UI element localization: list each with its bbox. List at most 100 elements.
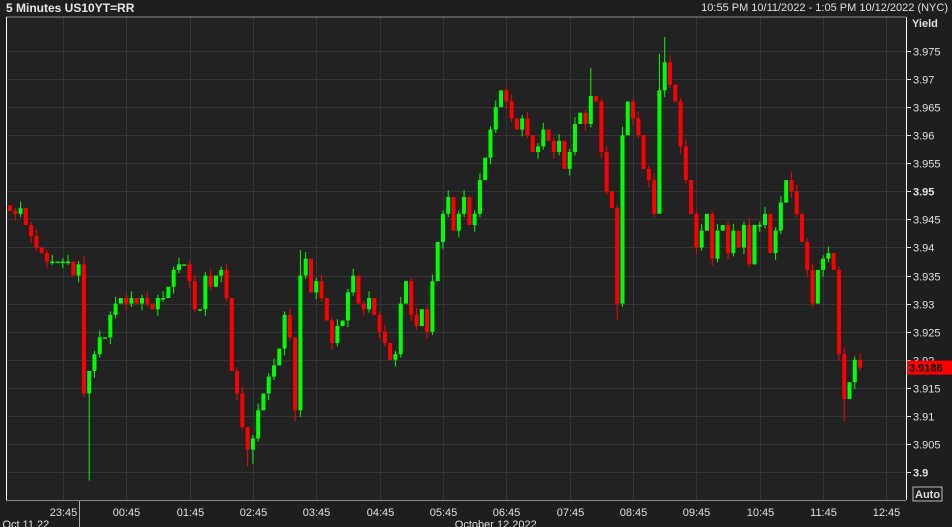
candle-body — [726, 225, 731, 254]
candle-body — [810, 269, 815, 304]
candle-body — [13, 210, 18, 214]
candle-body — [171, 269, 176, 287]
candlestick-chart[interactable]: Yield 3.93.9053.913.9153.923.9253.933.93… — [0, 0, 952, 527]
x-tick-label: 06:45 — [493, 507, 521, 519]
candle-body — [852, 359, 857, 383]
candle — [404, 281, 408, 304]
x-tick-label: 05:45 — [430, 507, 458, 519]
candle-body — [118, 298, 123, 304]
candle-body — [277, 348, 282, 366]
y-tick-label: 3.925 — [913, 328, 941, 340]
y-tick-label: 3.915 — [913, 384, 941, 396]
candle-body — [752, 225, 757, 265]
candle-body — [562, 140, 567, 169]
candle-body — [44, 253, 49, 262]
x-tick-label: 07:45 — [557, 507, 585, 519]
candle-body — [815, 269, 820, 304]
candle-body — [60, 261, 65, 264]
y-tick-label: 3.935 — [913, 272, 941, 284]
candle-body — [646, 168, 651, 181]
candle-body — [29, 225, 34, 237]
candle-body — [467, 196, 472, 226]
candle-body — [76, 264, 81, 276]
candle-body — [23, 208, 28, 226]
candle-body — [805, 241, 810, 270]
y-tick-label: 3.9 — [913, 468, 928, 480]
candle — [752, 225, 757, 265]
candle — [372, 298, 377, 315]
candle — [71, 261, 76, 276]
candle — [689, 180, 694, 214]
candle-body — [71, 261, 76, 276]
candle-body — [345, 292, 350, 321]
candle-body — [314, 281, 319, 293]
candle-body — [472, 213, 477, 226]
candle-body — [235, 370, 240, 394]
candle-body — [773, 230, 778, 254]
x-tick-label: 03:45 — [303, 507, 331, 519]
candle-body — [567, 152, 572, 169]
candle-body — [662, 62, 667, 91]
candle — [134, 298, 139, 304]
candle-body — [678, 101, 683, 147]
candle-body — [604, 152, 609, 192]
candle-body — [97, 337, 102, 355]
candle-body — [134, 298, 139, 304]
candle — [599, 98, 604, 159]
candle — [213, 275, 218, 287]
candle — [23, 208, 28, 226]
candle — [800, 213, 804, 242]
candle — [815, 269, 820, 304]
candle — [182, 264, 187, 266]
candle-body — [208, 275, 213, 287]
candle-body — [224, 269, 229, 299]
y-tick-label: 3.975 — [913, 47, 941, 59]
candle-body — [382, 331, 387, 343]
candle-body — [361, 303, 366, 310]
candle — [530, 135, 535, 153]
candle — [118, 298, 123, 304]
candle — [625, 101, 630, 136]
candle — [720, 225, 725, 231]
candle-body — [615, 208, 620, 304]
candle — [388, 342, 393, 360]
candle — [261, 393, 266, 411]
candle-body — [625, 101, 630, 136]
candle-body — [831, 253, 836, 270]
candle-body — [256, 410, 261, 439]
plot-area[interactable] — [6, 17, 906, 500]
candle-body — [161, 298, 166, 300]
candle-body — [699, 230, 704, 248]
candle — [483, 157, 488, 181]
y-tick-label: 3.94 — [913, 243, 934, 255]
candle-body — [509, 101, 514, 119]
x-tick-label: 02:45 — [240, 507, 268, 519]
candle-body — [525, 118, 530, 136]
candle-body — [266, 376, 271, 394]
candle-body — [356, 275, 361, 304]
x-tick-label: 10:45 — [747, 507, 775, 519]
candle — [55, 261, 60, 264]
candle-body — [330, 320, 335, 343]
candle-body — [103, 337, 108, 339]
candle — [710, 210, 715, 266]
candle-body — [636, 118, 641, 136]
x-tick-label: 09:45 — [683, 507, 711, 519]
auto-label[interactable]: Auto — [915, 489, 940, 501]
candle-body — [594, 95, 599, 102]
candle-body — [351, 275, 356, 293]
candle-body — [113, 303, 118, 315]
candle — [620, 126, 625, 307]
candle-body — [731, 230, 736, 254]
candle-body — [240, 393, 245, 428]
x-tick-label: 12:45 — [873, 507, 901, 519]
candle — [277, 348, 282, 366]
candle-body — [668, 62, 672, 85]
candle-body — [176, 264, 181, 270]
auto-scale-button[interactable]: Auto — [912, 486, 943, 502]
candle-body — [657, 90, 662, 214]
candle — [831, 253, 836, 270]
candle-body — [367, 298, 372, 310]
candle-body — [372, 298, 377, 315]
last-price-badge: 3.9186 — [907, 360, 952, 375]
